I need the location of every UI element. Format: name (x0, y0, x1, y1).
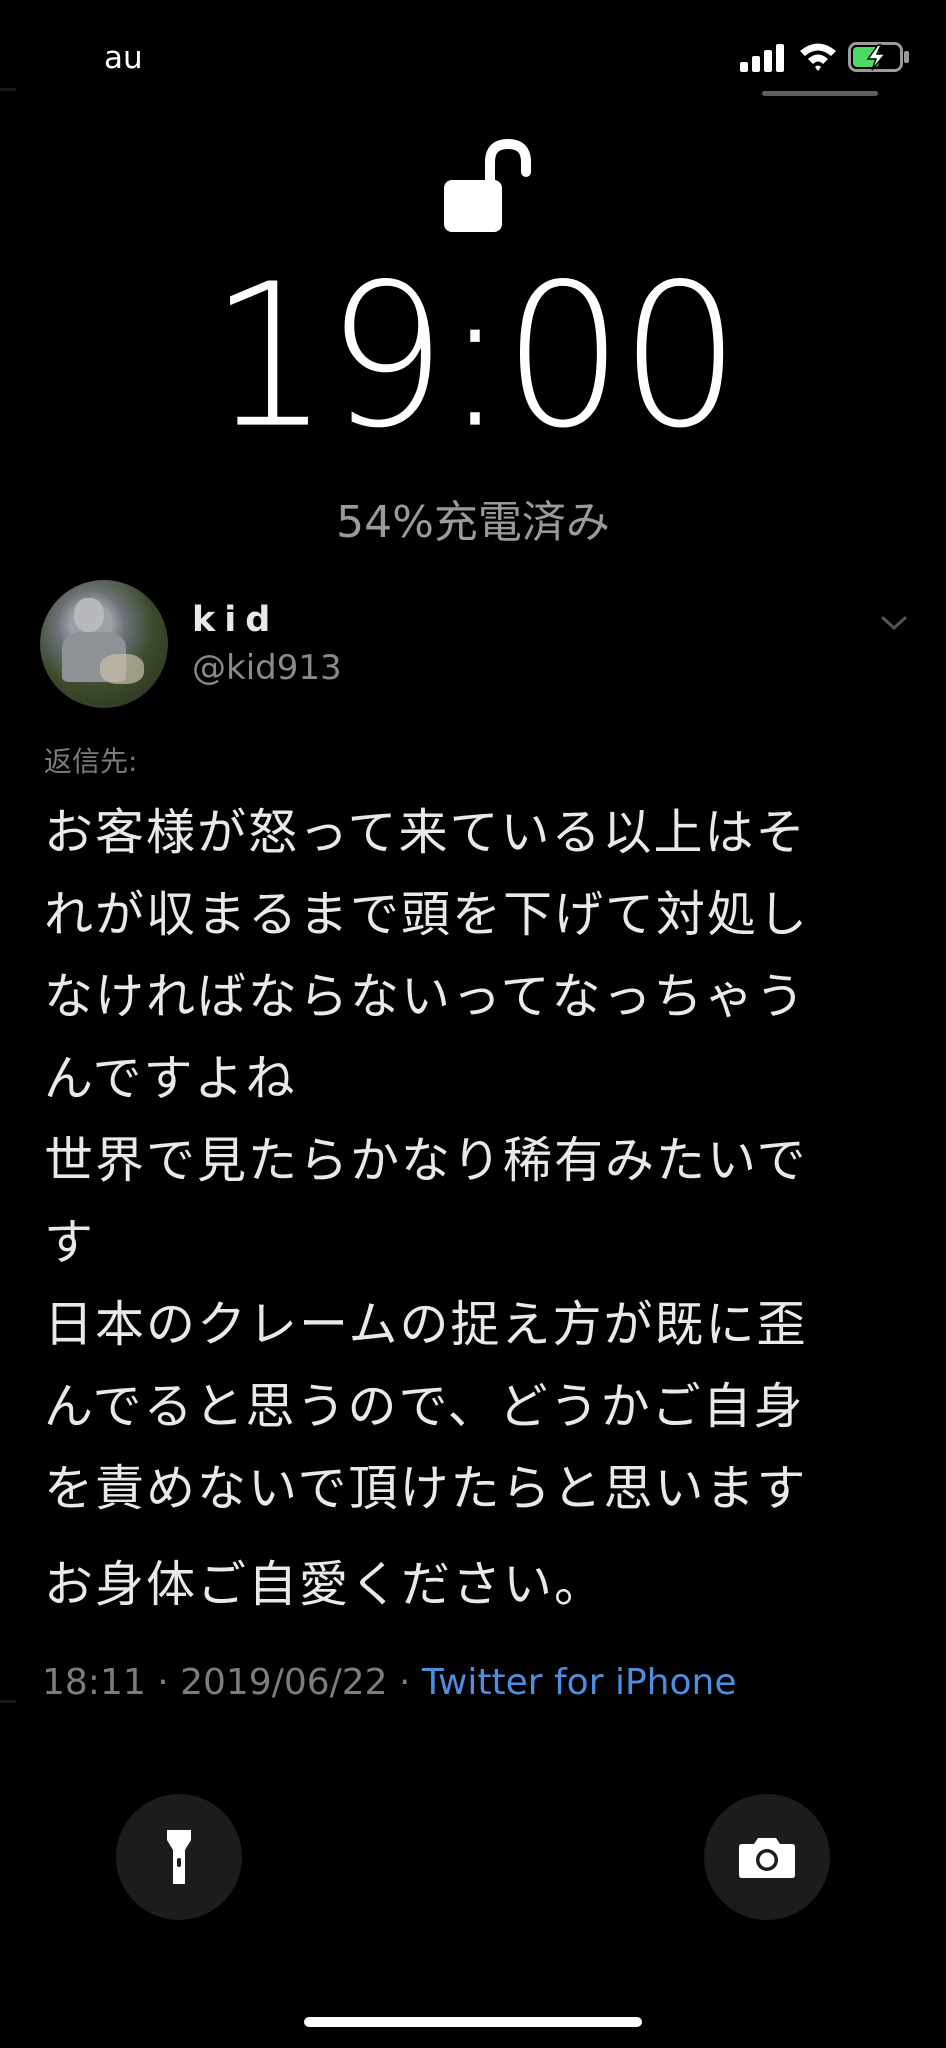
tweet-closing: お身体ご自愛ください。 (44, 1556, 606, 1613)
tweet-meta: 18:11 · 2019/06/22 · Twitter for iPhone (42, 1662, 736, 1703)
camera-icon (739, 1838, 795, 1878)
tweet-timestamp: 18:11 · 2019/06/22 · (42, 1662, 422, 1703)
charge-status: 54%充電済み (336, 497, 610, 548)
tweet-line: す (44, 1214, 96, 1271)
signal-bars-icon (740, 44, 784, 72)
tweet-line: 日本のクレームの捉え方が既に歪 (44, 1296, 808, 1353)
tweet-text: お客様が怒って来ている以上はそ れが収まるまで頭を下げて対処し なければならない… (44, 792, 904, 1626)
tweet-line: お客様が怒って来ている以上はそ (44, 804, 807, 861)
chevron-down-icon[interactable] (880, 614, 908, 632)
reply-label: 返信先: (44, 745, 138, 778)
lock-screen-time: 19:00 (209, 241, 741, 472)
avatar (40, 580, 168, 708)
edge-mark (0, 88, 16, 91)
tweet-line: 世界で見たらかなり稀有みたいで (44, 1132, 808, 1189)
tweet-line: れが収まるまで頭を下げて対処し (44, 886, 810, 943)
wifi-icon (800, 43, 836, 71)
flashlight-icon (167, 1830, 191, 1884)
edge-mark (0, 1700, 16, 1703)
tweet-source-link[interactable]: Twitter for iPhone (422, 1662, 737, 1703)
flashlight-button[interactable] (116, 1794, 242, 1920)
unlocked-padlock-icon (444, 138, 531, 232)
display-name: kid (192, 600, 280, 640)
tweet-line: なければならないってなっちゃう (44, 968, 807, 1025)
battery-charging-icon (848, 42, 909, 72)
home-indicator[interactable] (304, 2017, 642, 2027)
tweet-line: を責めないで頂けたらと思います (44, 1460, 808, 1517)
tweet-line: んでると思うので、どうかご自身 (44, 1378, 805, 1435)
tweet-line: んですよね (44, 1050, 297, 1107)
control-center-grabber[interactable] (762, 91, 878, 96)
user-handle: @kid913 (192, 648, 342, 688)
carrier-label: au (104, 40, 143, 76)
camera-button[interactable] (704, 1794, 830, 1920)
